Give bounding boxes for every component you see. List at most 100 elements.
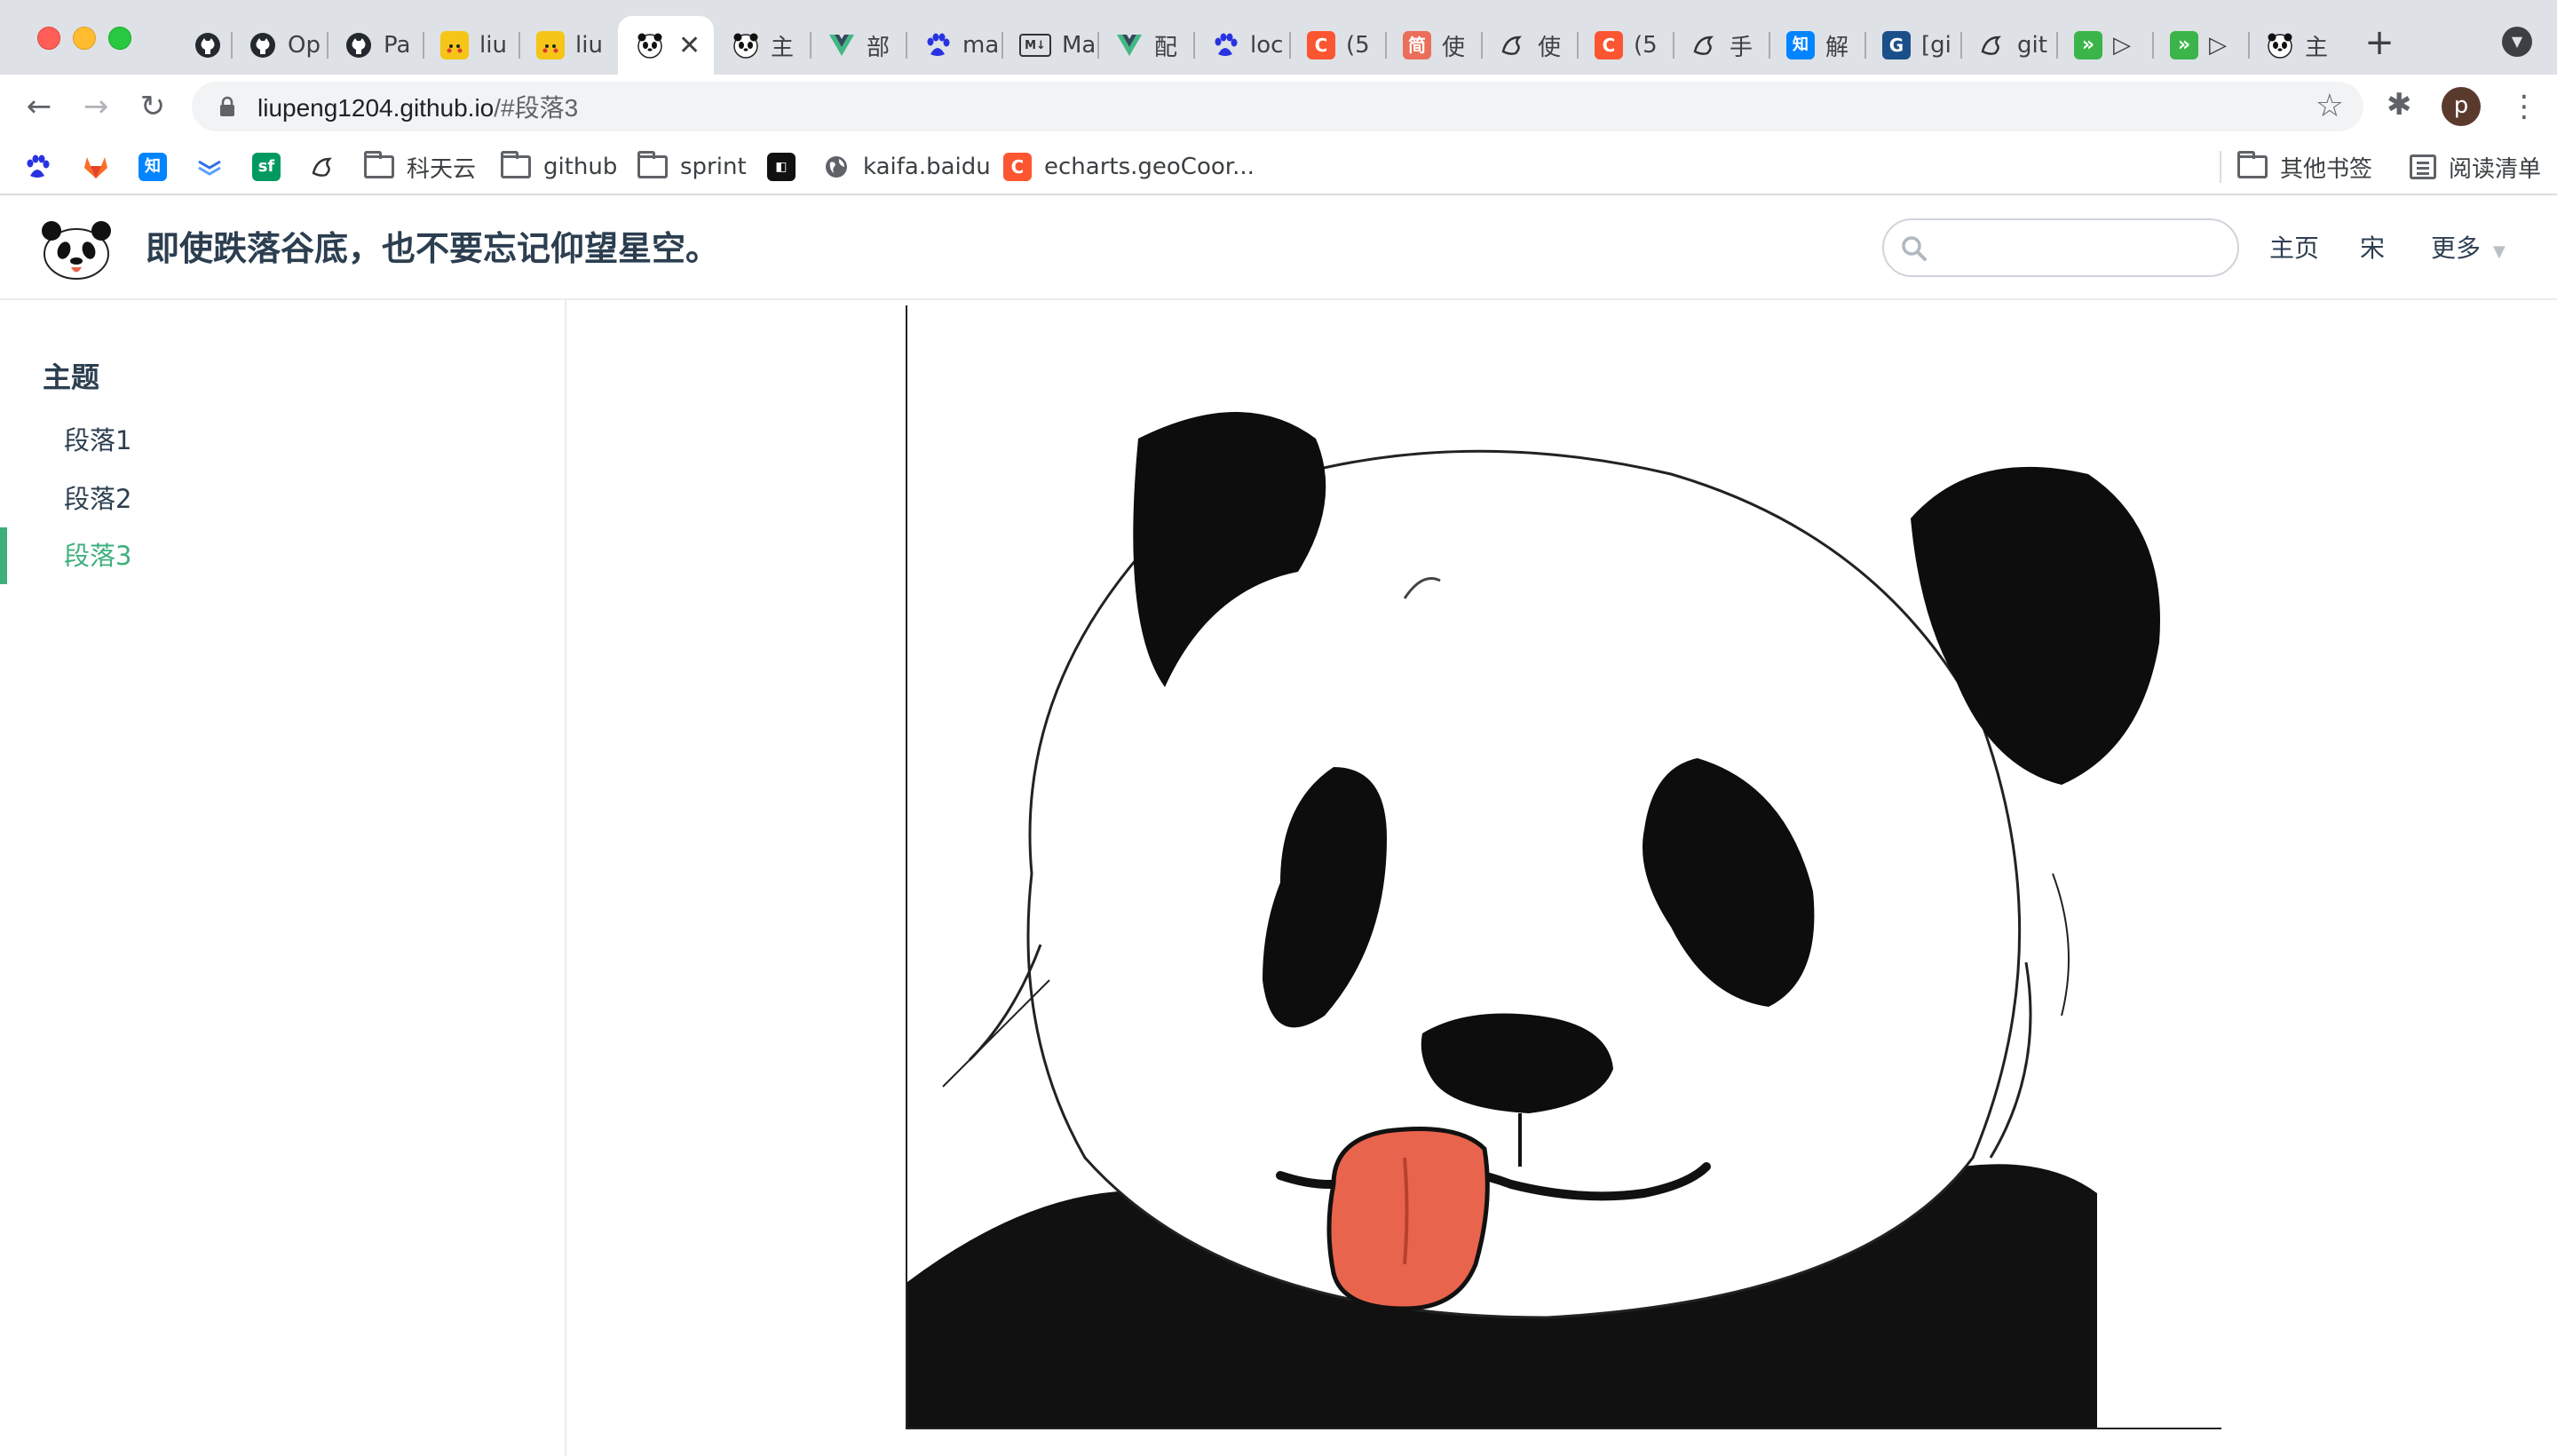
bookmark-label: github <box>543 154 618 180</box>
tab-title: liu <box>479 32 507 59</box>
pikachu-icon <box>536 31 565 59</box>
profile-avatar[interactable]: p <box>2442 87 2481 126</box>
sidebar-item-3[interactable]: 段落3 <box>64 538 131 574</box>
sidebar-heading[interactable]: 主题 <box>43 355 99 396</box>
address-url[interactable]: liupeng1204.github.io/#段落3 <box>257 89 578 124</box>
browser-tab[interactable]: ma <box>906 16 1001 75</box>
bookmark-item[interactable]: sf <box>252 149 281 185</box>
browser-tab[interactable]: 使 <box>1481 16 1577 75</box>
browser-tab[interactable]: 知 解 <box>1769 16 1864 75</box>
back-arrow-icon[interactable]: ← <box>20 87 59 126</box>
yuque-icon <box>1978 31 2007 59</box>
browser-tab-active[interactable]: ✕ <box>618 16 714 75</box>
search-input[interactable] <box>1941 229 2220 268</box>
browser-tab[interactable]: C (5 <box>1289 16 1385 75</box>
tab-title: (5 <box>1346 32 1370 59</box>
browser-tab[interactable]: » ▷ <box>2056 16 2152 75</box>
bookmark-item[interactable]: kaifa.baidu <box>822 149 991 185</box>
reload-icon[interactable]: ↻ <box>133 87 172 126</box>
tab-title: Ma <box>1062 32 1096 59</box>
tab-close-icon[interactable]: ✕ <box>678 30 701 61</box>
browser-tab[interactable]: 部 <box>810 16 906 75</box>
tab-search-icon[interactable]: ▼ <box>2502 27 2532 57</box>
zhihu-icon: 知 <box>139 153 167 181</box>
bookmark-item[interactable] <box>23 149 51 185</box>
globe-icon <box>822 153 851 181</box>
bookmark-star-icon[interactable]: ☆ <box>2316 89 2344 124</box>
browser-tab[interactable]: M↓ Ma <box>1001 16 1097 75</box>
folder-icon <box>364 151 394 178</box>
address-host: liupeng1204.github.io <box>257 94 495 122</box>
site-navbar: 即使跌落谷底，也不要忘记仰望星空。 主页 宋 更多 ▼ <box>0 197 2557 300</box>
bookmark-label: sprint <box>680 154 747 180</box>
reading-list[interactable]: 阅读清单 <box>2410 149 2541 185</box>
browser-tab[interactable]: G [gi <box>1864 16 1960 75</box>
browser-toolbar: ← → ↻ liupeng1204.github.io/#段落3 ☆ <box>0 75 2557 138</box>
window-maximize-button[interactable] <box>108 27 131 50</box>
tab-title: ▷ <box>2113 32 2131 59</box>
window-close-button[interactable] <box>37 27 60 50</box>
tab-title: Op <box>288 32 321 59</box>
tab-title: git <box>2017 32 2047 59</box>
browser-tab[interactable]: liu <box>519 16 614 75</box>
tab-title: 使 <box>1442 34 1466 61</box>
nav-link-song[interactable]: 宋 <box>2360 229 2385 268</box>
browser-tab[interactable]: git <box>1960 16 2056 75</box>
bookmark-folder[interactable]: github <box>501 149 617 185</box>
yuque-icon <box>309 153 337 181</box>
browser-tab[interactable]: 手 <box>1673 16 1769 75</box>
forward-arrow-icon[interactable]: → <box>76 87 115 126</box>
sidebar-item-1[interactable]: 段落1 <box>64 423 131 458</box>
bookmark-item[interactable]: ◧ <box>767 149 796 185</box>
folder-icon <box>637 151 668 178</box>
g-icon: G <box>1882 31 1911 59</box>
site-title[interactable]: 即使跌落谷底，也不要忘记仰望星空。 <box>146 224 719 273</box>
address-bar[interactable]: liupeng1204.github.io/#段落3 ☆ <box>192 82 2363 131</box>
browser-tab[interactable]: Pa <box>327 16 423 75</box>
browser-menu-icon[interactable]: ⋮ <box>2509 87 2539 126</box>
bookmark-folder[interactable]: sprint <box>637 149 747 185</box>
browser-tab[interactable]: 简 使 <box>1385 16 1481 75</box>
tab-title: [gi <box>1921 32 1951 59</box>
markdown-icon: M↓ <box>1019 34 1051 57</box>
bookmark-item[interactable]: 知 <box>139 149 167 185</box>
browser-tab-strip: Op Pa liu liu ✕ 主 部 ma M↓ Ma 配 loc C (5 … <box>0 0 2557 75</box>
browser-tab[interactable]: 主 <box>2248 16 2344 75</box>
browser-tab[interactable]: loc <box>1193 16 1289 75</box>
extensions-puzzle-icon[interactable]: ✱ <box>2387 87 2412 123</box>
tab-title: 手 <box>1730 34 1753 61</box>
pikachu-icon <box>440 31 469 59</box>
browser-tab[interactable]: 配 <box>1097 16 1193 75</box>
nav-dropdown-more[interactable]: 更多 ▼ <box>2431 229 2506 272</box>
sidebar: 主题 段落1 段落2 段落3 <box>0 300 566 1456</box>
window-minimize-button[interactable] <box>73 27 96 50</box>
panda-icon <box>636 31 664 59</box>
tab-title: Pa <box>384 32 411 59</box>
new-tab-button[interactable]: + <box>2360 23 2399 62</box>
browser-tab[interactable]: C (5 <box>1577 16 1673 75</box>
bookmark-item[interactable]: C echarts.geoCoor... <box>1003 149 1255 185</box>
other-bookmarks[interactable]: 其他书签 <box>2237 149 2372 185</box>
vue-icon <box>827 31 856 59</box>
lock-icon[interactable] <box>215 94 240 119</box>
folder-icon <box>2237 151 2268 178</box>
browser-tab[interactable]: Op <box>231 16 327 75</box>
sidebar-item-2[interactable]: 段落2 <box>64 481 131 517</box>
forward-arrows-icon: » <box>2074 31 2102 59</box>
site-search[interactable] <box>1882 218 2239 277</box>
panda-image <box>906 305 2221 1429</box>
tab-title: liu <box>575 32 603 59</box>
bookmark-item[interactable] <box>309 149 337 185</box>
nav-link-home[interactable]: 主页 <box>2269 229 2319 268</box>
bookmark-item[interactable] <box>82 149 110 185</box>
browser-tab[interactable]: » ▷ <box>2152 16 2248 75</box>
browser-tab[interactable]: liu <box>423 16 519 75</box>
panda-logo[interactable] <box>39 218 114 281</box>
main-content <box>568 300 2557 1456</box>
bookmark-folder[interactable]: 科天云 <box>364 149 476 185</box>
nav-more-label: 更多 <box>2431 233 2482 263</box>
bookmark-item[interactable] <box>195 149 224 185</box>
browser-tab[interactable]: 主 <box>714 16 810 75</box>
tab-title: ma <box>962 32 998 59</box>
folder-icon <box>501 151 531 178</box>
